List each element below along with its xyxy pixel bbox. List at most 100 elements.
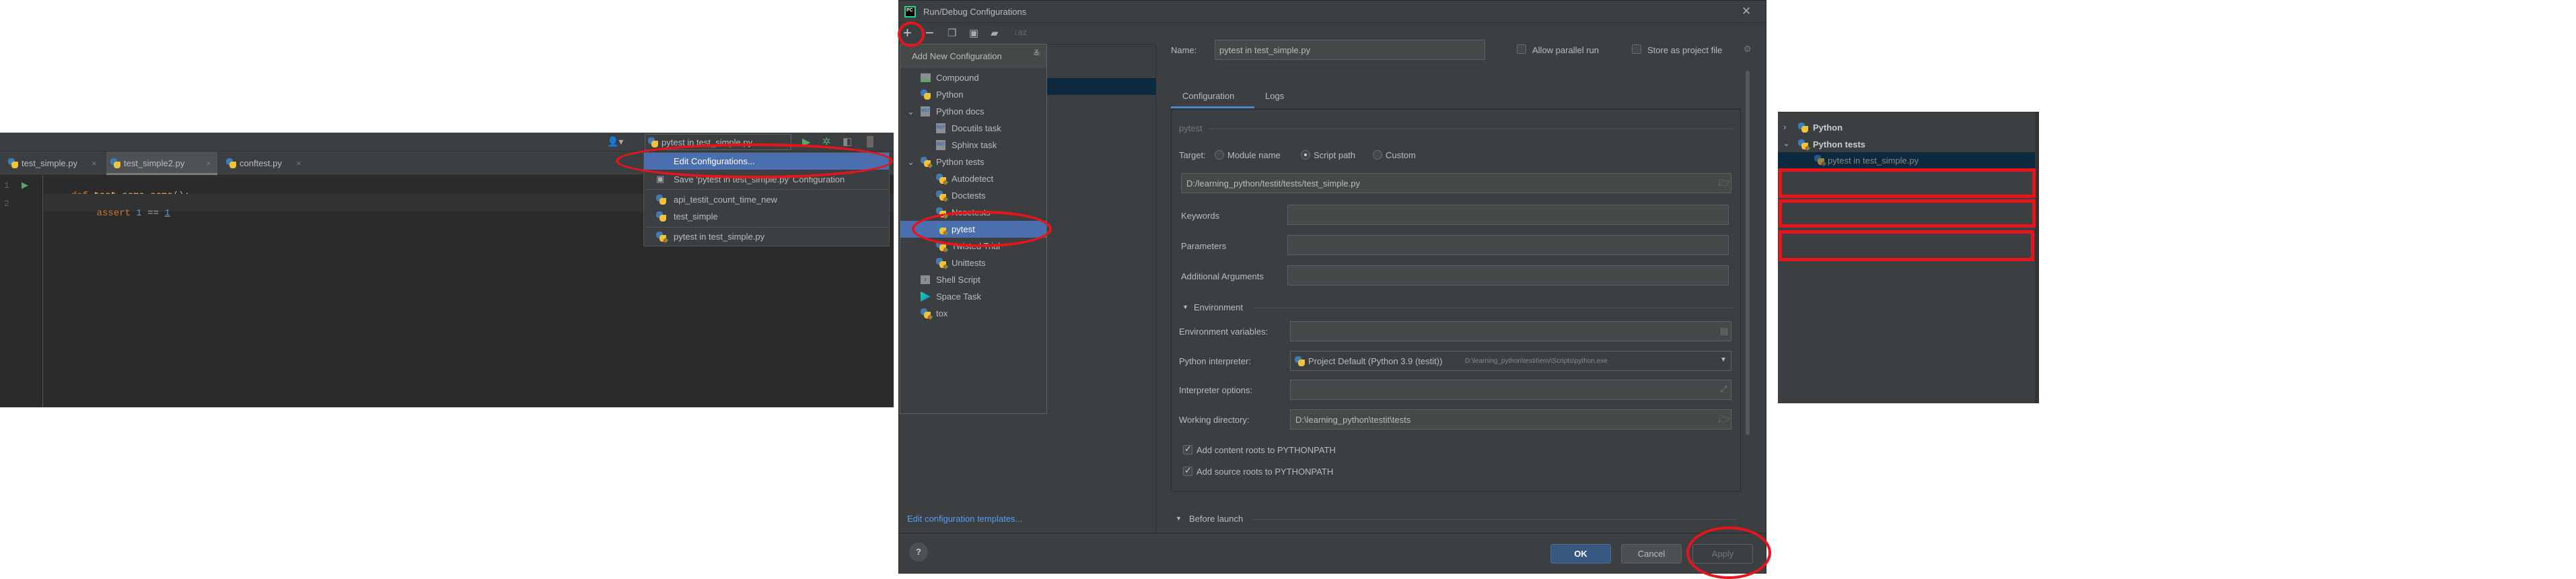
line-number: 1 (4, 180, 9, 191)
target-custom-label: Custom (1386, 150, 1416, 160)
tab-configuration[interactable]: Configuration (1182, 91, 1234, 101)
popup-item-doctests[interactable]: Doctests (900, 187, 1046, 204)
tab-conftest[interactable]: conftest.py × (222, 151, 306, 175)
tab-test-simple2[interactable]: test_simple2.py × (106, 151, 217, 175)
close-icon[interactable]: ✕ (1742, 5, 1751, 18)
menu-separator (645, 189, 888, 190)
chevron-down-icon[interactable]: ⌄ (1783, 138, 1790, 149)
additional-arguments-input[interactable] (1287, 265, 1729, 285)
collapse-all-icon[interactable]: ≚ (1033, 48, 1040, 59)
scrollbar[interactable] (1746, 71, 1750, 435)
keywords-input[interactable] (1287, 205, 1729, 225)
popup-item-python[interactable]: Python (900, 86, 1046, 103)
source-roots-checkbox[interactable] (1183, 465, 1192, 476)
before-launch-title: Before launch (1189, 514, 1244, 524)
popup-item-space-task[interactable]: Space Task (900, 288, 1046, 305)
popup-item-compound[interactable]: Compound (900, 69, 1046, 86)
tab-test-simple[interactable]: test_simple.py × (5, 151, 103, 175)
popup-item-label: Python tests (936, 157, 985, 167)
target-custom-radio[interactable] (1373, 150, 1382, 160)
interpreter-value: Project Default (Python 3.9 (testit)) (1308, 356, 1443, 366)
user-icon[interactable]: 👤▾ (607, 136, 623, 147)
ok-button[interactable]: OK (1550, 544, 1611, 564)
close-tab-icon[interactable]: × (92, 158, 97, 168)
popup-item-unittests[interactable]: Unittests (900, 254, 1046, 271)
run-gutter-icon[interactable]: ▶ (22, 180, 28, 191)
menu-label: pytest in test_simple.py (674, 232, 765, 242)
interpreter-options-input[interactable]: ⤢ (1290, 380, 1731, 400)
working-directory-input[interactable]: D:\learning_python\testit\tests 🗁 (1290, 409, 1731, 430)
name-input[interactable]: pytest in test_simple.py (1215, 40, 1485, 60)
interpreter-select[interactable]: Project Default (Python 3.9 (testit)) D:… (1290, 351, 1731, 371)
tab-logs[interactable]: Logs (1265, 91, 1284, 101)
compound-icon (921, 73, 931, 82)
target-label: Target: (1179, 150, 1206, 160)
popup-item-label: Docutils task (952, 123, 1001, 133)
allow-parallel-checkbox[interactable] (1517, 44, 1526, 54)
working-directory-label: Working directory: (1179, 415, 1250, 425)
expand-before-launch-icon[interactable]: ▼ (1176, 515, 1182, 522)
popup-item-autodetect[interactable]: Autodetect (900, 170, 1046, 187)
shell-script-icon: › (921, 275, 930, 284)
popup-item-tox[interactable]: tox (900, 305, 1046, 322)
python-tests-icon (921, 308, 933, 320)
store-project-label: Store as project file (1647, 45, 1723, 55)
tree-item-python-tests[interactable]: Python tests (1813, 139, 1865, 149)
popup-title: Add New Configuration (912, 51, 1002, 61)
store-project-checkbox[interactable] (1632, 44, 1641, 54)
popup-item-sphinx-task[interactable]: RST Sphinx task (900, 137, 1046, 154)
browse-folder-icon[interactable]: 🗁 (1719, 177, 1729, 192)
tree-item-pytest-config[interactable]: pytest in test_simple.py (1778, 152, 2035, 168)
target-module-radio[interactable] (1215, 150, 1224, 160)
annotation-box (1779, 168, 2036, 198)
popup-item-python-docs[interactable]: ⌄ RST Python docs (900, 103, 1046, 120)
coverage-icon[interactable]: ◧ (843, 135, 852, 147)
popup-item-docutils-task[interactable]: RST Docutils task (900, 120, 1046, 137)
close-tab-icon[interactable]: × (206, 158, 211, 168)
chevron-right-icon[interactable]: › (1783, 122, 1786, 132)
new-folder-icon[interactable]: ▰ (991, 27, 999, 39)
target-script-radio[interactable] (1301, 150, 1310, 160)
parameters-input[interactable] (1287, 235, 1729, 255)
popup-item-python-tests[interactable]: ⌄ Python tests (900, 154, 1046, 170)
content-roots-checkbox[interactable] (1183, 444, 1192, 454)
edit-templates-link[interactable]: Edit configuration templates... (907, 514, 1022, 524)
python-tests-icon (936, 258, 948, 269)
cancel-button[interactable]: Cancel (1621, 544, 1682, 564)
copy-configuration-icon[interactable]: ❐ (947, 27, 956, 39)
menu-item-config[interactable]: pytest in test_simple.py (644, 228, 889, 245)
stop-icon[interactable] (867, 136, 873, 147)
sort-icon[interactable]: ↓az (1013, 27, 1027, 37)
menu-item-config[interactable]: test_simple (644, 208, 889, 225)
tab-label: conftest.py (240, 158, 282, 168)
popup-item-label: Unittests (952, 258, 986, 268)
chevron-down-icon[interactable]: ⌄ (907, 154, 915, 170)
close-tab-icon[interactable]: × (296, 158, 301, 168)
menu-item-config[interactable]: api_testit_count_time_new (644, 191, 889, 208)
remove-configuration-icon[interactable]: − (925, 24, 934, 42)
source-roots-label: Add source roots to PYTHONPATH (1196, 467, 1334, 477)
save-configuration-icon[interactable]: ▣ (969, 27, 978, 39)
target-script-label: Script path (1314, 150, 1356, 160)
selected-config-row[interactable] (1046, 78, 1156, 95)
popup-item-label: Doctests (952, 191, 986, 201)
help-button[interactable]: ? (909, 543, 928, 561)
popup-item-shell-script[interactable]: › Shell Script (900, 271, 1046, 288)
chevron-down-icon[interactable]: ⌄ (907, 103, 915, 120)
tree-item-python[interactable]: Python (1813, 123, 1842, 133)
script-path-value: D:/learning_python/testit/tests/test_sim… (1186, 178, 1360, 189)
env-vars-input[interactable]: ▤ (1290, 321, 1731, 341)
dropdown-arrow-icon[interactable]: ▼ (1720, 356, 1727, 364)
name-label: Name: (1171, 45, 1197, 55)
script-path-input[interactable]: D:/learning_python/testit/tests/test_sim… (1181, 173, 1731, 193)
annotation-box (1779, 230, 2034, 261)
edit-env-icon[interactable]: ▤ (1720, 326, 1728, 337)
python-tests-icon (936, 174, 948, 185)
expand-environment-icon[interactable]: ▼ (1182, 304, 1188, 310)
environment-section-title: Environment (1194, 302, 1243, 312)
gear-icon[interactable]: ⚙ (1744, 44, 1752, 55)
rst-file-icon: RST (936, 140, 945, 150)
browse-folder-icon[interactable]: 🗁 (1719, 413, 1729, 428)
expand-icon[interactable]: ⤢ (1720, 384, 1727, 395)
section-separator (1252, 519, 1737, 520)
